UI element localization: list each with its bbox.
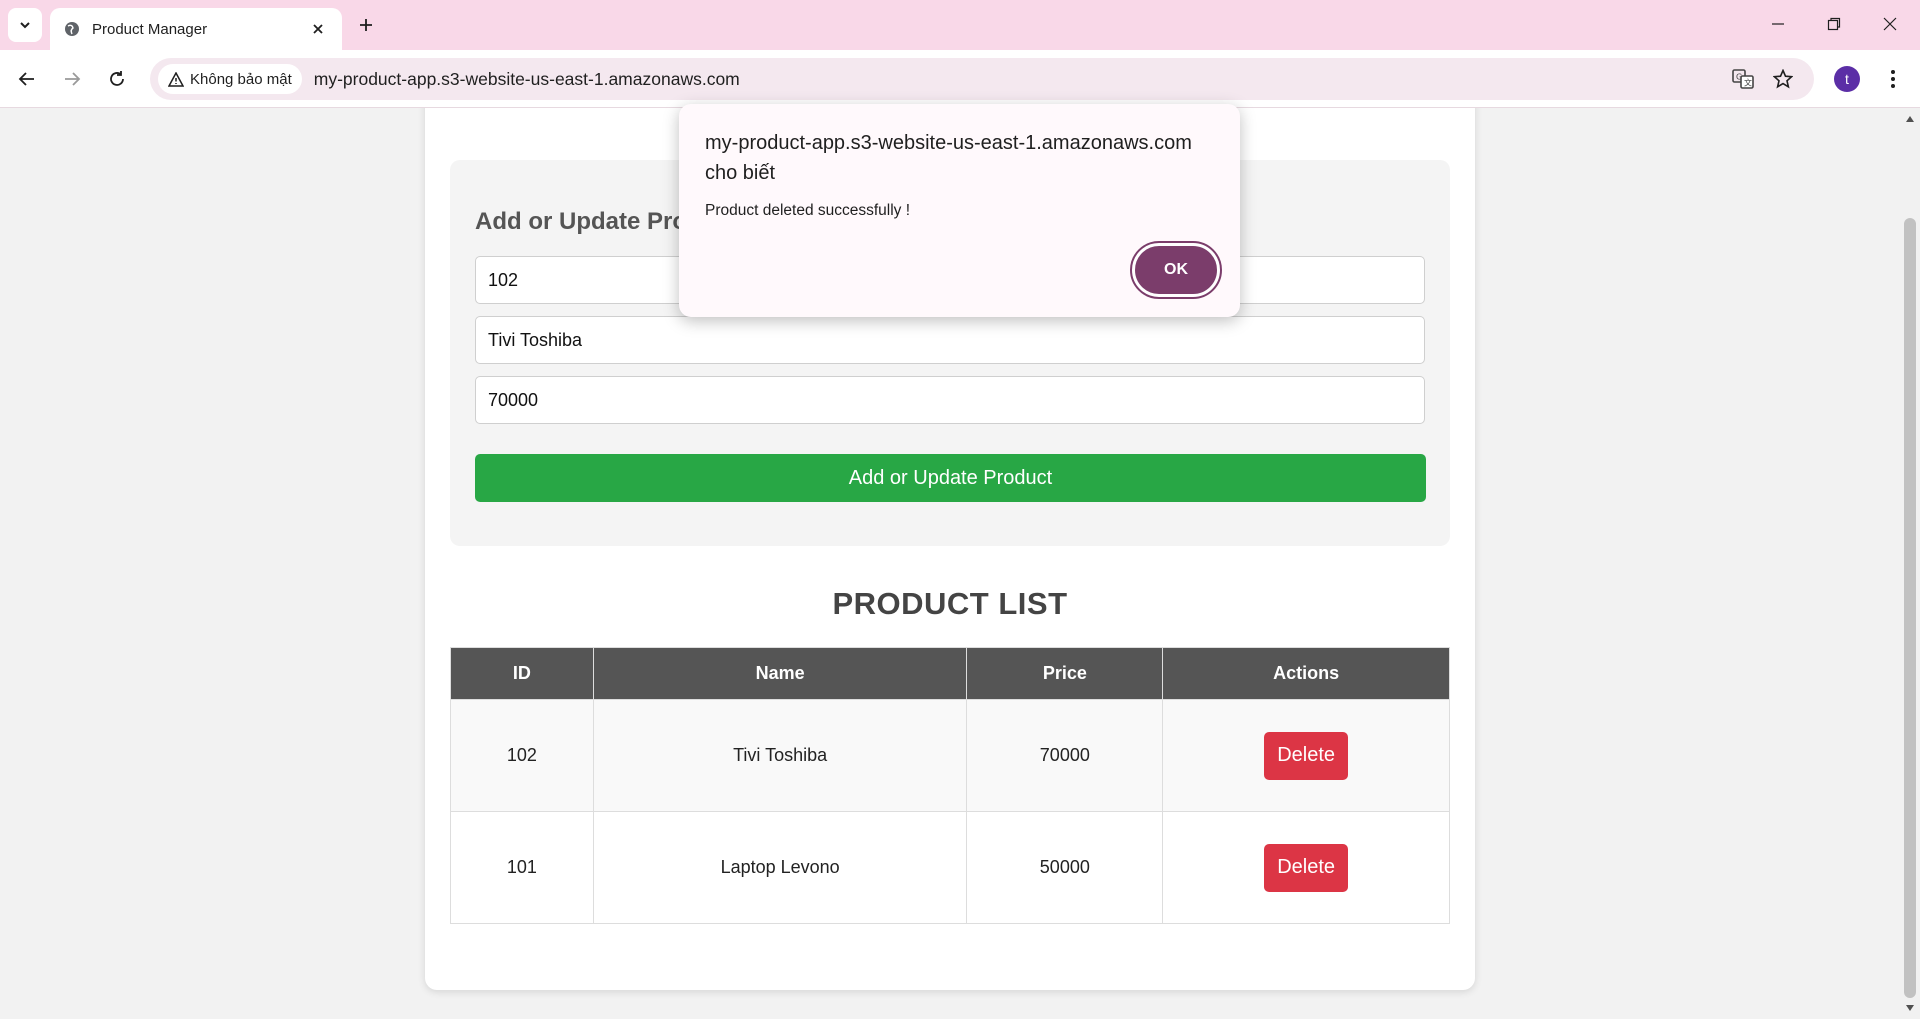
product-name-input[interactable]: Tivi Toshiba bbox=[475, 316, 1425, 364]
back-button[interactable] bbox=[10, 62, 44, 96]
delete-button[interactable]: Delete bbox=[1264, 731, 1349, 780]
cell-id: 102 bbox=[450, 699, 594, 812]
warning-icon bbox=[168, 71, 184, 87]
close-icon bbox=[313, 24, 323, 34]
dialog-ok-button[interactable]: OK bbox=[1130, 241, 1222, 299]
arrow-left-icon bbox=[18, 72, 34, 86]
translate-button[interactable]: G文 bbox=[1726, 62, 1760, 96]
column-header-actions: Actions bbox=[1162, 647, 1450, 700]
tab-product-manager[interactable]: Product Manager bbox=[50, 8, 342, 50]
scrollbar-thumb[interactable] bbox=[1904, 218, 1916, 998]
product-table: ID Name Price Actions 102 Tivi Toshiba 7… bbox=[450, 647, 1450, 924]
page-scrollbar[interactable] bbox=[1900, 108, 1920, 1019]
forward-button[interactable] bbox=[55, 62, 89, 96]
tab-search-button[interactable] bbox=[8, 8, 42, 42]
tab-strip: Product Manager bbox=[0, 0, 1920, 50]
dialog-message: Product deleted successfully ! bbox=[705, 202, 911, 219]
add-update-product-button[interactable]: Add or Update Product bbox=[475, 454, 1426, 502]
star-icon bbox=[1773, 69, 1793, 89]
cell-actions: Delete bbox=[1162, 811, 1450, 924]
url-text[interactable]: my-product-app.s3-website-us-east-1.amaz… bbox=[314, 69, 740, 90]
column-header-price: Price bbox=[966, 647, 1164, 700]
restore-icon bbox=[1827, 17, 1841, 31]
cell-price: 70000 bbox=[966, 699, 1164, 812]
product-list-title: PRODUCT LIST bbox=[832, 586, 1068, 621]
svg-text:G: G bbox=[1736, 73, 1742, 82]
minimize-button[interactable] bbox=[1754, 6, 1802, 42]
bookmark-button[interactable] bbox=[1766, 62, 1800, 96]
alert-dialog: my-product-app.s3-website-us-east-1.amaz… bbox=[679, 104, 1240, 317]
cell-actions: Delete bbox=[1162, 699, 1450, 812]
plus-icon bbox=[360, 19, 372, 31]
column-header-name: Name bbox=[592, 647, 968, 700]
more-vertical-icon bbox=[1891, 70, 1895, 88]
delete-button[interactable]: Delete bbox=[1264, 843, 1349, 892]
scroll-up-arrow-icon[interactable] bbox=[1906, 116, 1914, 122]
restore-button[interactable] bbox=[1810, 6, 1858, 42]
reload-icon bbox=[110, 71, 124, 86]
close-icon bbox=[1883, 17, 1897, 31]
profile-avatar[interactable]: t bbox=[1834, 66, 1860, 92]
tab-close-button[interactable] bbox=[308, 19, 328, 39]
cell-id: 101 bbox=[450, 811, 594, 924]
chevron-down-icon bbox=[20, 22, 30, 29]
svg-text:文: 文 bbox=[1744, 78, 1752, 88]
security-indicator[interactable]: Không bảo mật bbox=[158, 64, 302, 94]
close-window-button[interactable] bbox=[1866, 6, 1914, 42]
address-bar[interactable]: Không bảo mật my-product-app.s3-website-… bbox=[150, 58, 1814, 100]
dialog-title: my-product-app.s3-website-us-east-1.amaz… bbox=[705, 132, 1192, 184]
cell-price: 50000 bbox=[966, 811, 1164, 924]
table-header-row: ID Name Price Actions bbox=[450, 647, 1450, 700]
column-header-id: ID bbox=[450, 647, 594, 700]
tab-title: Product Manager bbox=[92, 20, 208, 38]
reload-button[interactable] bbox=[100, 62, 134, 96]
cell-name: Laptop Levono bbox=[592, 811, 968, 924]
translate-icon: G文 bbox=[1732, 69, 1754, 89]
cell-name: Tivi Toshiba bbox=[592, 699, 968, 812]
product-price-input[interactable]: 70000 bbox=[475, 376, 1425, 424]
security-label: Không bảo mật bbox=[190, 70, 292, 88]
scroll-down-arrow-icon[interactable] bbox=[1906, 1005, 1914, 1011]
new-tab-button[interactable] bbox=[352, 11, 380, 39]
arrow-right-icon bbox=[65, 72, 81, 86]
minimize-icon bbox=[1772, 23, 1784, 25]
globe-icon bbox=[65, 22, 79, 36]
browser-toolbar: Không bảo mật my-product-app.s3-website-… bbox=[0, 50, 1920, 108]
table-row: 101 Laptop Levono 50000 Delete bbox=[450, 811, 1450, 924]
browser-menu-button[interactable] bbox=[1878, 64, 1908, 94]
table-row: 102 Tivi Toshiba 70000 Delete bbox=[450, 699, 1450, 812]
